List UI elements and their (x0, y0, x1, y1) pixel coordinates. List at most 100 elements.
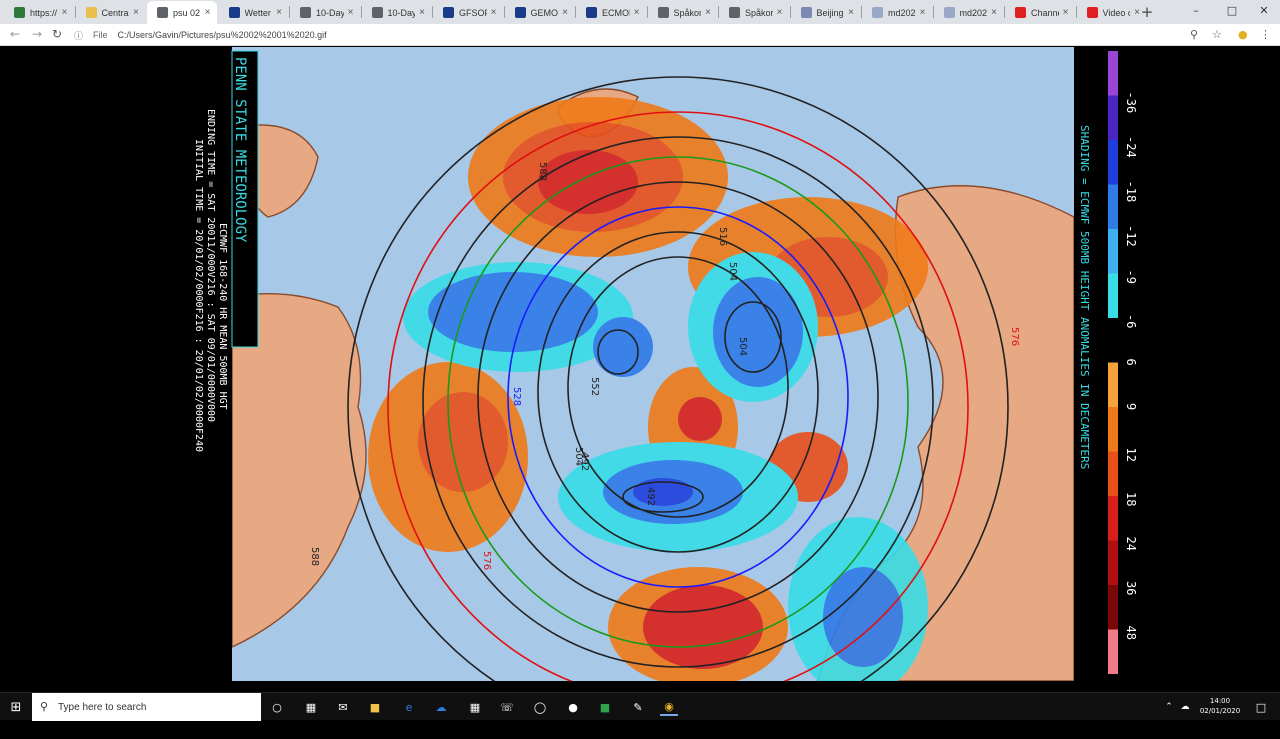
header-line-2: ENDING TIME = SAT 20011/000V216 : SAT 09… (205, 109, 216, 422)
tab-separator (718, 6, 719, 18)
contour-label-1: 588 (537, 162, 548, 181)
browser-tab[interactable]: Channe × (1005, 1, 1075, 24)
notifications-icon[interactable]: □ (1252, 698, 1270, 716)
tab-separator (1075, 6, 1077, 18)
tab-separator (646, 6, 648, 18)
browser-tab[interactable]: GFSOP × (433, 1, 503, 24)
browser-tab[interactable]: Wetter × (219, 1, 289, 24)
legend-swatch (1108, 585, 1118, 630)
legend-label: 6 (1124, 359, 1138, 366)
legend-label: 48 (1124, 626, 1138, 640)
tab-close-icon[interactable]: × (419, 7, 425, 18)
tab-close-icon[interactable]: × (62, 7, 68, 18)
contour-label-10: 552 (589, 377, 600, 396)
chrome-icon[interactable]: ◉ (660, 698, 678, 716)
browser-tab[interactable]: GEMOP× (505, 1, 575, 24)
back-icon[interactable]: ← (10, 27, 20, 41)
forward-icon[interactable]: → (32, 27, 42, 41)
taskbar-search-box[interactable]: ⚲ Type here to search (32, 693, 261, 721)
browser-tab[interactable]: Spåkort× (648, 1, 718, 24)
calendar-icon[interactable]: ▦ (466, 698, 484, 716)
scrollbar[interactable] (1268, 94, 1280, 739)
tab-title: Beijing (816, 7, 844, 18)
tab-strip: https://× Central × psu 02 × Wetter × 10-Day × 10… (0, 0, 1280, 24)
paint-icon[interactable]: ✎ (629, 698, 647, 716)
page-viewport: 588 588 576 576 528 504 504 492 516 504 … (0, 47, 1280, 739)
tab-close-icon[interactable]: × (562, 7, 568, 18)
app-icon[interactable]: ◯ (531, 698, 549, 716)
tab-close-icon[interactable]: × (777, 7, 783, 18)
tab-title: https:// (30, 7, 58, 18)
close-window-button[interactable]: ✕ (1254, 4, 1274, 17)
tab-title: md202 (959, 7, 988, 18)
network-icon[interactable]: ☁ (1176, 698, 1194, 716)
tab-close-icon[interactable]: × (848, 7, 854, 18)
menu-icon[interactable]: ⋮ (1260, 28, 1271, 41)
tab-favicon-icon (657, 7, 669, 18)
tab-favicon-icon (300, 7, 311, 18)
legend-label: 12 (1124, 448, 1138, 462)
tab-close-icon[interactable]: × (705, 7, 711, 18)
url-text[interactable]: C:/Users/Gavin/Pictures/psu%2002%2001%20… (118, 30, 327, 40)
legend-swatch (1108, 540, 1118, 585)
tab-close-icon[interactable]: × (1063, 7, 1069, 18)
phone-icon[interactable]: ☏ (498, 698, 516, 716)
tab-close-icon[interactable]: × (491, 7, 497, 18)
maximize-button[interactable]: □ (1222, 4, 1242, 17)
browser-tab[interactable]: https:// × (4, 1, 74, 24)
browser-tab[interactable]: Video o × (1077, 1, 1147, 24)
tab-title: Spåkort (745, 7, 773, 18)
browser-tab[interactable]: Spåkort × (719, 1, 789, 24)
task-view-icon[interactable]: ▦ (302, 698, 320, 716)
extension-icon[interactable]: ● (1238, 28, 1248, 41)
new-tab-button[interactable]: + (1138, 3, 1156, 21)
anomaly-positive-5-core (643, 585, 763, 669)
address-bar: ← → ↻ ⓘ File C:/Users/Gavin/Pictures/psu… (0, 24, 1280, 46)
mail-icon[interactable]: ✉ (334, 698, 352, 716)
tab-title: Spåkort (673, 7, 702, 18)
tab-close-icon[interactable]: × (920, 7, 926, 18)
tab-separator (575, 6, 576, 18)
browser-tab[interactable]: Central × (76, 1, 146, 24)
tab-title: Video o (1102, 7, 1131, 18)
zoom-icon[interactable]: ⚲ (1190, 28, 1198, 41)
tab-close-icon[interactable]: × (634, 7, 640, 18)
search-icon: ⚲ (40, 701, 49, 713)
tab-title: Channe (1031, 7, 1059, 18)
browser-tab[interactable]: 10-Day × (290, 1, 360, 24)
tab-close-icon[interactable]: × (205, 7, 211, 18)
spreadsheet-icon[interactable]: ■ (596, 698, 614, 716)
tab-close-icon[interactable]: × (991, 7, 997, 18)
bookmark-star-icon[interactable]: ☆ (1212, 28, 1222, 41)
browser-tab[interactable]: psu 02 × (147, 1, 217, 24)
tab-title: psu 02 (173, 7, 201, 18)
onedrive-icon[interactable]: ☁ (432, 698, 450, 716)
header-line-1: ECMWF 168-240 HR MEAN 500MB HGT (217, 223, 228, 410)
clock[interactable]: 14:00 02/01/2020 (1198, 696, 1242, 716)
tab-title: ECMOP (602, 7, 630, 18)
browser-tab[interactable]: md202 × (862, 1, 932, 24)
minimize-button[interactable]: – (1186, 4, 1206, 17)
tab-separator (360, 6, 362, 18)
tab-separator (503, 6, 505, 18)
tab-close-icon[interactable]: × (133, 7, 139, 18)
browser-tab[interactable]: Beijing × (791, 1, 861, 24)
browser-tab[interactable]: ECMOP × (576, 1, 646, 24)
legend-label: 36 (1124, 581, 1138, 595)
app-icon-2[interactable]: ● (564, 698, 582, 716)
cortana-icon[interactable]: ○ (268, 698, 286, 716)
legend-swatch (1108, 51, 1118, 96)
url-field[interactable]: ⓘ File C:/Users/Gavin/Pictures/psu%2002%… (74, 26, 1184, 44)
anomaly-positive-3-core (418, 392, 508, 492)
edge-icon[interactable]: e (400, 698, 418, 716)
info-icon[interactable]: ⓘ (74, 29, 83, 42)
brand-text: PENN STATE METEOROLOGY (232, 57, 248, 243)
windows-start-icon[interactable]: ⊞ (7, 698, 25, 716)
browser-tab[interactable]: md202 × (934, 1, 1004, 24)
reload-icon[interactable]: ↻ (52, 27, 62, 41)
file-explorer-icon[interactable]: ■ (366, 698, 384, 716)
browser-tab[interactable]: 10-Day × (362, 1, 432, 24)
tab-separator (861, 6, 862, 18)
tab-close-icon[interactable]: × (348, 7, 354, 18)
tab-close-icon[interactable]: × (276, 7, 282, 18)
